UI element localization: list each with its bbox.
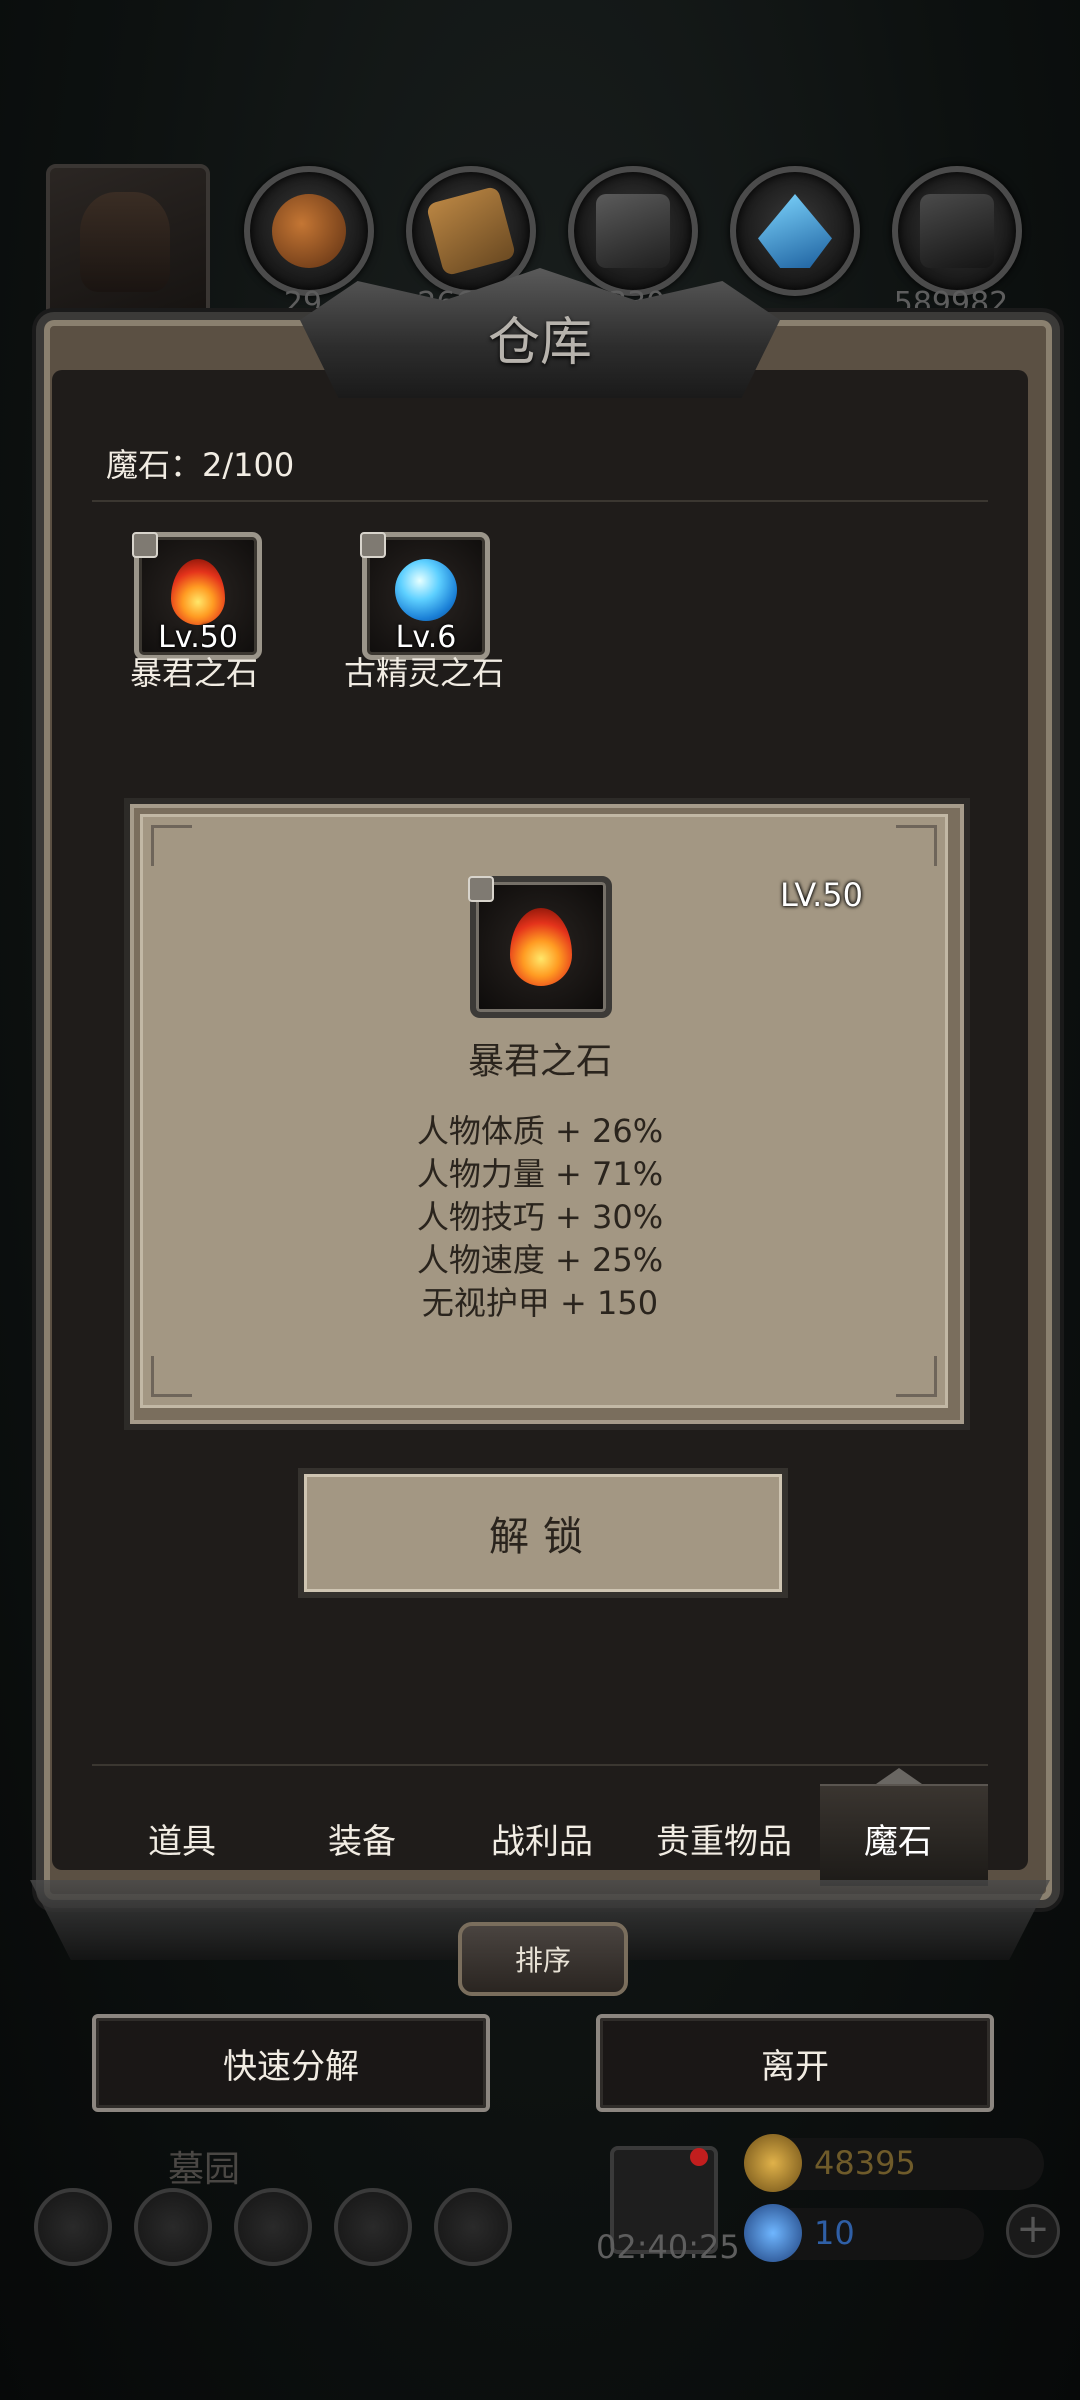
detail-level: LV.50 (780, 876, 863, 914)
card-corner (896, 1356, 937, 1397)
tab-magic-stone[interactable]: 魔石 (818, 1814, 978, 1863)
lock-icon (468, 876, 494, 902)
card-corner (151, 1356, 192, 1397)
lock-icon (360, 532, 386, 558)
wood-icon (425, 185, 517, 277)
resource-iron-slot[interactable] (892, 166, 1022, 296)
gold-coin-icon (744, 2134, 802, 2192)
notification-dot (690, 2148, 708, 2166)
map-name: 墓园 (168, 2149, 241, 2190)
card-corner (151, 825, 192, 866)
hero-silhouette-icon (80, 192, 170, 292)
fire-stone-icon (510, 908, 572, 986)
unlock-label: 解锁 (489, 1514, 597, 1560)
tab-divider (92, 1764, 988, 1766)
ice-stone-icon (395, 559, 457, 621)
gold-amount: 48395 (814, 2144, 916, 2182)
iron-icon (920, 194, 994, 268)
crystal-icon (758, 194, 832, 268)
stat-line: 人物技巧 + 30% (416, 1198, 664, 1236)
gem-amount: 10 (814, 2214, 855, 2252)
tab-loot[interactable]: 战利品 (462, 1814, 622, 1863)
item-name: 暴君之石 (129, 654, 258, 692)
settings-gear-icon[interactable] (34, 2188, 112, 2266)
stone-icon (596, 194, 670, 268)
tab-items[interactable]: 道具 (102, 1814, 262, 1863)
stat-line: 人物力量 + 71% (416, 1155, 664, 1193)
unlock-button[interactable]: 解锁 (298, 1468, 788, 1598)
achievement-icon[interactable] (134, 2188, 212, 2266)
tab-valuables[interactable]: 贵重物品 (642, 1814, 806, 1863)
quick-decompose-button[interactable]: 快速分解 (92, 2014, 490, 2112)
add-gems-button[interactable]: + (1006, 2204, 1060, 2258)
detail-name: 暴君之石 (467, 1041, 612, 1082)
card-corner (896, 825, 937, 866)
stat-line: 无视护甲 + 150 (421, 1284, 659, 1322)
resource-meat-slot[interactable] (244, 166, 374, 296)
tab-equipment[interactable]: 装备 (282, 1814, 442, 1863)
resource-crystal-slot[interactable] (730, 166, 860, 296)
meat-icon (272, 194, 346, 268)
stat-line: 人物速度 + 25% (416, 1241, 664, 1279)
lock-icon (132, 532, 158, 558)
guild-icon[interactable] (434, 2188, 512, 2266)
leave-button[interactable]: 离开 (596, 2014, 994, 2112)
mail-icon[interactable] (334, 2188, 412, 2266)
page-title: 仓库 (487, 313, 592, 373)
hero-portrait[interactable] (46, 164, 210, 320)
tab-indicator-icon (876, 1768, 922, 1784)
fire-stone-icon (171, 559, 225, 625)
event-timer: 02:40:25 (596, 2228, 740, 2266)
map-icon[interactable] (234, 2188, 312, 2266)
stat-line: 人物体质 + 26% (416, 1112, 664, 1150)
resource-stone-slot[interactable] (568, 166, 698, 296)
top-divider (92, 500, 988, 502)
sort-button[interactable]: 排序 (458, 1922, 628, 1996)
item-name: 古精灵之石 (343, 654, 504, 692)
capacity-label: 魔石：2/100 (106, 446, 295, 484)
gem-icon (744, 2204, 802, 2262)
